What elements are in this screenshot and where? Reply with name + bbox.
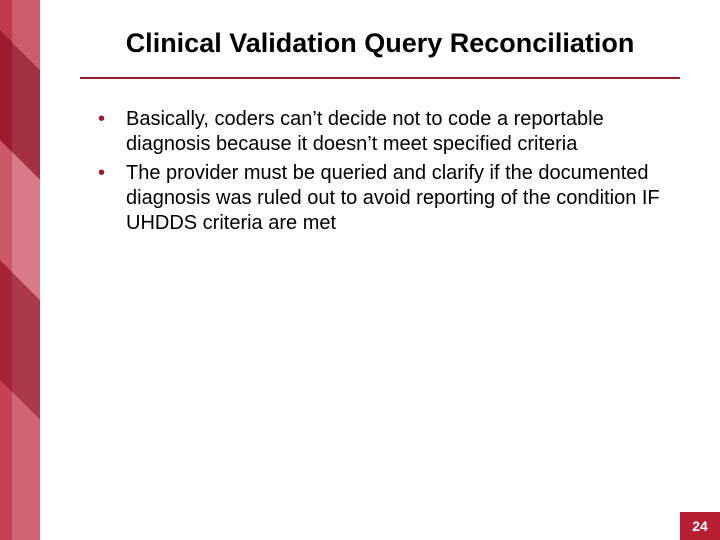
list-item: Basically, coders can’t decide not to co… [98,107,680,157]
list-item: The provider must be queried and clarify… [98,161,680,236]
bullet-list: Basically, coders can’t decide not to co… [80,107,680,236]
page-number-badge: 24 [680,512,720,540]
slide-content: Clinical Validation Query Reconciliation… [40,0,720,540]
page-number: 24 [692,518,708,534]
title-underline [80,77,680,79]
slide-title: Clinical Validation Query Reconciliation [80,28,680,77]
left-decorative-art [0,0,40,540]
